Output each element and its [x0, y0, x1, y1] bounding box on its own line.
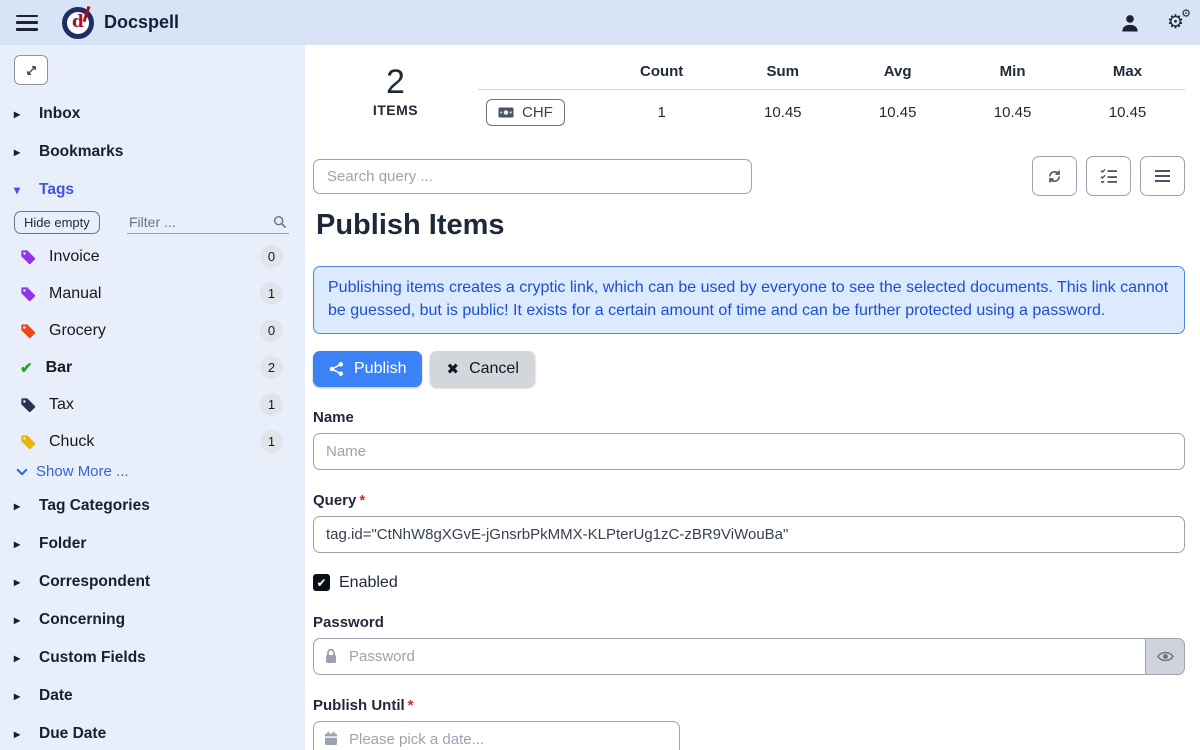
select-view-button[interactable] [1086, 156, 1131, 196]
eye-icon [1157, 650, 1174, 663]
publish-until-date-input[interactable] [313, 721, 680, 750]
top-navbar: d Docspell ⚙⚙ [0, 0, 1200, 45]
col-header-count: Count [598, 57, 725, 90]
search-icon [273, 215, 287, 229]
app-logo[interactable]: d Docspell [62, 7, 179, 39]
tag-item-tax[interactable]: Tax 1 [12, 386, 293, 423]
list-check-icon [1100, 168, 1118, 184]
name-input[interactable] [313, 433, 1185, 470]
password-label: Password [313, 614, 1185, 631]
sidebar-item-folder[interactable]: ▸ Folder [12, 525, 293, 563]
publish-info-box: Publishing items creates a cryptic link,… [313, 266, 1185, 334]
tag-count-badge: 1 [260, 393, 283, 416]
enabled-checkbox-row[interactable]: ✔ Enabled [313, 574, 1185, 592]
collapse-sidebar-button[interactable] [14, 55, 48, 85]
col-header-avg: Avg [840, 57, 955, 90]
check-icon: ✔ [20, 359, 33, 377]
stats-summary: 2 ITEMS Count Sum Avg Min Max [313, 57, 1185, 135]
share-icon [329, 361, 344, 377]
main-content: 2 ITEMS Count Sum Avg Min Max [305, 45, 1200, 750]
calendar-icon [324, 731, 338, 750]
caret-right-icon: ▸ [14, 107, 24, 121]
tag-item-bar[interactable]: ✔ Bar 2 [12, 349, 293, 386]
table-row: CHF 1 10.45 10.45 10.45 10.45 [478, 90, 1185, 136]
cancel-button[interactable]: ✖ Cancel [430, 351, 534, 387]
caret-right-icon: ▸ [14, 537, 24, 551]
enabled-label: Enabled [339, 574, 398, 592]
publish-until-label: Publish Until* [313, 697, 1185, 714]
settings-gears-icon[interactable]: ⚙⚙ [1167, 13, 1184, 32]
caret-right-icon: ▸ [14, 651, 24, 665]
tag-filter-input[interactable] [127, 211, 289, 234]
sidebar: ▸ Inbox ▸ Bookmarks ▾ Tags Hide empty In [0, 45, 305, 750]
col-header-min: Min [955, 57, 1070, 90]
required-marker: * [408, 697, 414, 714]
tag-count-badge: 0 [260, 319, 283, 342]
caret-right-icon: ▸ [14, 145, 24, 159]
caret-right-icon: ▸ [14, 613, 24, 627]
show-more-tags-link[interactable]: Show More ... [12, 460, 293, 487]
refresh-button[interactable] [1032, 156, 1077, 196]
docspell-logo-icon: d [62, 7, 94, 39]
sidebar-item-tags[interactable]: ▾ Tags [12, 171, 293, 209]
lock-icon [324, 648, 338, 669]
tag-icon [20, 323, 36, 339]
menu-toggle-icon[interactable] [16, 15, 38, 31]
tag-item-manual[interactable]: Manual 1 [12, 275, 293, 312]
expand-diagonal-icon [24, 63, 39, 78]
caret-right-icon: ▸ [14, 689, 24, 703]
chevron-down-icon [16, 466, 28, 478]
sidebar-item-custom-fields[interactable]: ▸ Custom Fields [12, 639, 293, 677]
user-account-icon[interactable] [1121, 14, 1139, 32]
caret-down-icon: ▾ [14, 183, 24, 197]
sidebar-item-due-date[interactable]: ▸ Due Date [12, 715, 293, 750]
caret-right-icon: ▸ [14, 575, 24, 589]
sidebar-item-date[interactable]: ▸ Date [12, 677, 293, 715]
page-title: Publish Items [316, 209, 1185, 242]
caret-right-icon: ▸ [14, 499, 24, 513]
query-label: Query* [313, 492, 1185, 509]
tag-item-grocery[interactable]: Grocery 0 [12, 312, 293, 349]
tag-icon [20, 286, 36, 302]
required-marker: * [359, 492, 365, 509]
sidebar-item-correspondent[interactable]: ▸ Correspondent [12, 563, 293, 601]
tag-count-badge: 0 [260, 245, 283, 268]
currency-badge: CHF [486, 99, 565, 126]
stats-table: Count Sum Avg Min Max CHF [478, 57, 1185, 135]
tag-item-invoice[interactable]: Invoice 0 [12, 238, 293, 275]
tag-count-badge: 1 [260, 282, 283, 305]
tag-icon [20, 249, 36, 265]
menu-button[interactable] [1140, 156, 1185, 196]
hide-empty-button[interactable]: Hide empty [14, 211, 100, 234]
items-count-label: ITEMS [313, 102, 478, 118]
enabled-checkbox[interactable]: ✔ [313, 574, 330, 591]
sidebar-item-tag-categories[interactable]: ▸ Tag Categories [12, 487, 293, 525]
name-label: Name [313, 409, 1185, 426]
hamburger-icon [1154, 169, 1171, 183]
sidebar-item-concerning[interactable]: ▸ Concerning [12, 601, 293, 639]
tag-icon [20, 434, 36, 450]
sidebar-item-bookmarks[interactable]: ▸ Bookmarks [12, 133, 293, 171]
tag-icon [20, 397, 36, 413]
toggle-password-visibility-button[interactable] [1146, 638, 1185, 675]
publish-button[interactable]: Publish [313, 351, 422, 387]
money-bill-icon [498, 107, 514, 118]
tag-item-chuck[interactable]: Chuck 1 [12, 423, 293, 460]
app-title: Docspell [104, 12, 179, 33]
tag-count-badge: 2 [260, 356, 283, 379]
query-input[interactable] [313, 516, 1185, 553]
tag-count-badge: 1 [260, 430, 283, 453]
search-query-input[interactable] [313, 159, 752, 194]
caret-right-icon: ▸ [14, 727, 24, 741]
x-icon: ✖ [446, 360, 459, 378]
col-header-max: Max [1070, 57, 1185, 90]
refresh-icon [1046, 168, 1063, 185]
col-header-sum: Sum [725, 57, 840, 90]
items-count: 2 [313, 65, 478, 101]
password-input[interactable] [313, 638, 1146, 675]
sidebar-item-inbox[interactable]: ▸ Inbox [12, 95, 293, 133]
